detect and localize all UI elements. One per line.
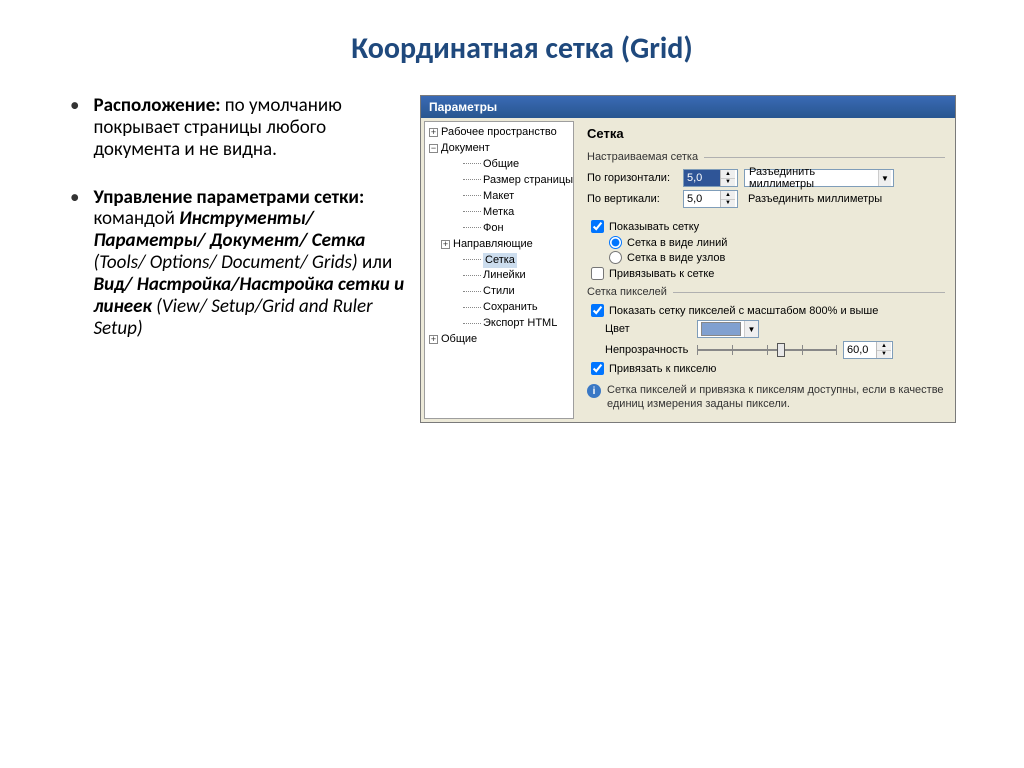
spin-down-icon[interactable]: ▼: [877, 351, 891, 359]
bullet-item: • Расположение: по умолчанию покрывает с…: [70, 95, 410, 161]
snap-to-pixel-checkbox[interactable]: Привязать к пикселю: [591, 362, 945, 375]
spin-down-icon[interactable]: ▼: [721, 200, 735, 208]
tree-node-document[interactable]: −Документ: [427, 141, 571, 157]
expand-icon[interactable]: +: [429, 335, 438, 344]
grid-as-lines-radio[interactable]: Сетка в виде линий: [609, 236, 945, 249]
tree-node-styles[interactable]: Стили: [427, 284, 571, 300]
vertical-spinner[interactable]: ▲▼: [683, 190, 738, 208]
options-dialog: Параметры +Рабочее пространство −Докумен…: [420, 95, 956, 423]
show-grid-checkbox[interactable]: Показывать сетку: [591, 220, 945, 233]
horizontal-spinner[interactable]: ▲▼: [683, 169, 738, 187]
bullet-label: Расположение:: [93, 94, 220, 117]
grid-panel: Сетка Настраиваемая сетка По горизонтали…: [577, 118, 955, 422]
slider-thumb[interactable]: [777, 343, 785, 357]
opacity-value[interactable]: [844, 342, 876, 358]
bullet-mark: •: [70, 187, 79, 340]
tree-node-label[interactable]: Метка: [427, 205, 571, 221]
horizontal-units-combo[interactable]: Разъединить миллиметры▼: [744, 169, 894, 187]
tree-node-background[interactable]: Фон: [427, 221, 571, 237]
label-vertical: По вертикали:: [587, 193, 677, 205]
spin-down-icon[interactable]: ▼: [721, 179, 735, 187]
show-pixel-grid-checkbox[interactable]: Показать сетку пикселей с масштабом 800%…: [591, 304, 945, 317]
label-horizontal: По горизонтали:: [587, 172, 677, 184]
tree-node-layout[interactable]: Макет: [427, 189, 571, 205]
slide-title: Координатная сетка (Grid): [70, 30, 974, 67]
collapse-icon[interactable]: −: [429, 144, 438, 153]
snap-to-grid-checkbox[interactable]: Привязывать к сетке: [591, 267, 945, 280]
color-picker[interactable]: ▼: [697, 320, 759, 338]
tree-node-guidelines[interactable]: +Направляющие: [427, 237, 571, 253]
bullet-list: • Расположение: по умолчанию покрывает с…: [70, 95, 410, 423]
tree-node-global[interactable]: +Общие: [427, 332, 571, 348]
opacity-slider[interactable]: [697, 341, 837, 359]
tree-node-grid[interactable]: Сетка: [427, 253, 571, 269]
tree-node-general[interactable]: Общие: [427, 157, 571, 173]
expand-icon[interactable]: +: [441, 240, 450, 249]
bullet-text: командой: [93, 207, 179, 230]
chevron-down-icon[interactable]: ▼: [878, 170, 891, 186]
panel-title: Сетка: [587, 126, 945, 141]
spin-up-icon[interactable]: ▲: [721, 191, 735, 200]
menu-path-en: (Tools/ Options/ Document/ Grids): [93, 251, 362, 274]
info-icon: i: [587, 384, 601, 398]
tree-node-export-html[interactable]: Экспорт HTML: [427, 316, 571, 332]
vertical-units-label: Разъединить миллиметры: [744, 193, 894, 205]
chevron-down-icon[interactable]: ▼: [744, 321, 758, 337]
menu-path-ru: Вид/ Настройка/: [93, 273, 239, 296]
opacity-spinner[interactable]: ▲▼: [843, 341, 893, 359]
bullet-text: или: [362, 251, 392, 274]
label-opacity: Непрозрачность: [605, 344, 691, 356]
info-note: i Сетка пикселей и привязка к пикселям д…: [587, 383, 945, 412]
group-pixel-grid: Сетка пикселей: [587, 286, 945, 298]
tree-node-rulers[interactable]: Линейки: [427, 268, 571, 284]
label-color: Цвет: [605, 323, 691, 335]
bullet-mark: •: [70, 95, 79, 161]
spin-up-icon[interactable]: ▲: [877, 342, 891, 351]
tree-node-save[interactable]: Сохранить: [427, 300, 571, 316]
tree-node-page-size[interactable]: Размер страницы: [427, 173, 571, 189]
options-tree[interactable]: +Рабочее пространство −Документ Общие Ра…: [424, 121, 574, 419]
expand-icon[interactable]: +: [429, 128, 438, 137]
bullet-label: Управление параметрами сетки:: [93, 186, 364, 209]
grid-as-nodes-radio[interactable]: Сетка в виде узлов: [609, 251, 945, 264]
group-custom-grid: Настраиваемая сетка: [587, 151, 945, 163]
color-swatch: [701, 322, 741, 336]
vertical-value[interactable]: [684, 191, 720, 207]
tree-node-workspace[interactable]: +Рабочее пространство: [427, 125, 571, 141]
spin-up-icon[interactable]: ▲: [721, 170, 735, 179]
bullet-item: • Управление параметрами сетки: командой…: [70, 187, 410, 340]
dialog-titlebar: Параметры: [421, 96, 955, 118]
horizontal-value[interactable]: [684, 170, 720, 186]
